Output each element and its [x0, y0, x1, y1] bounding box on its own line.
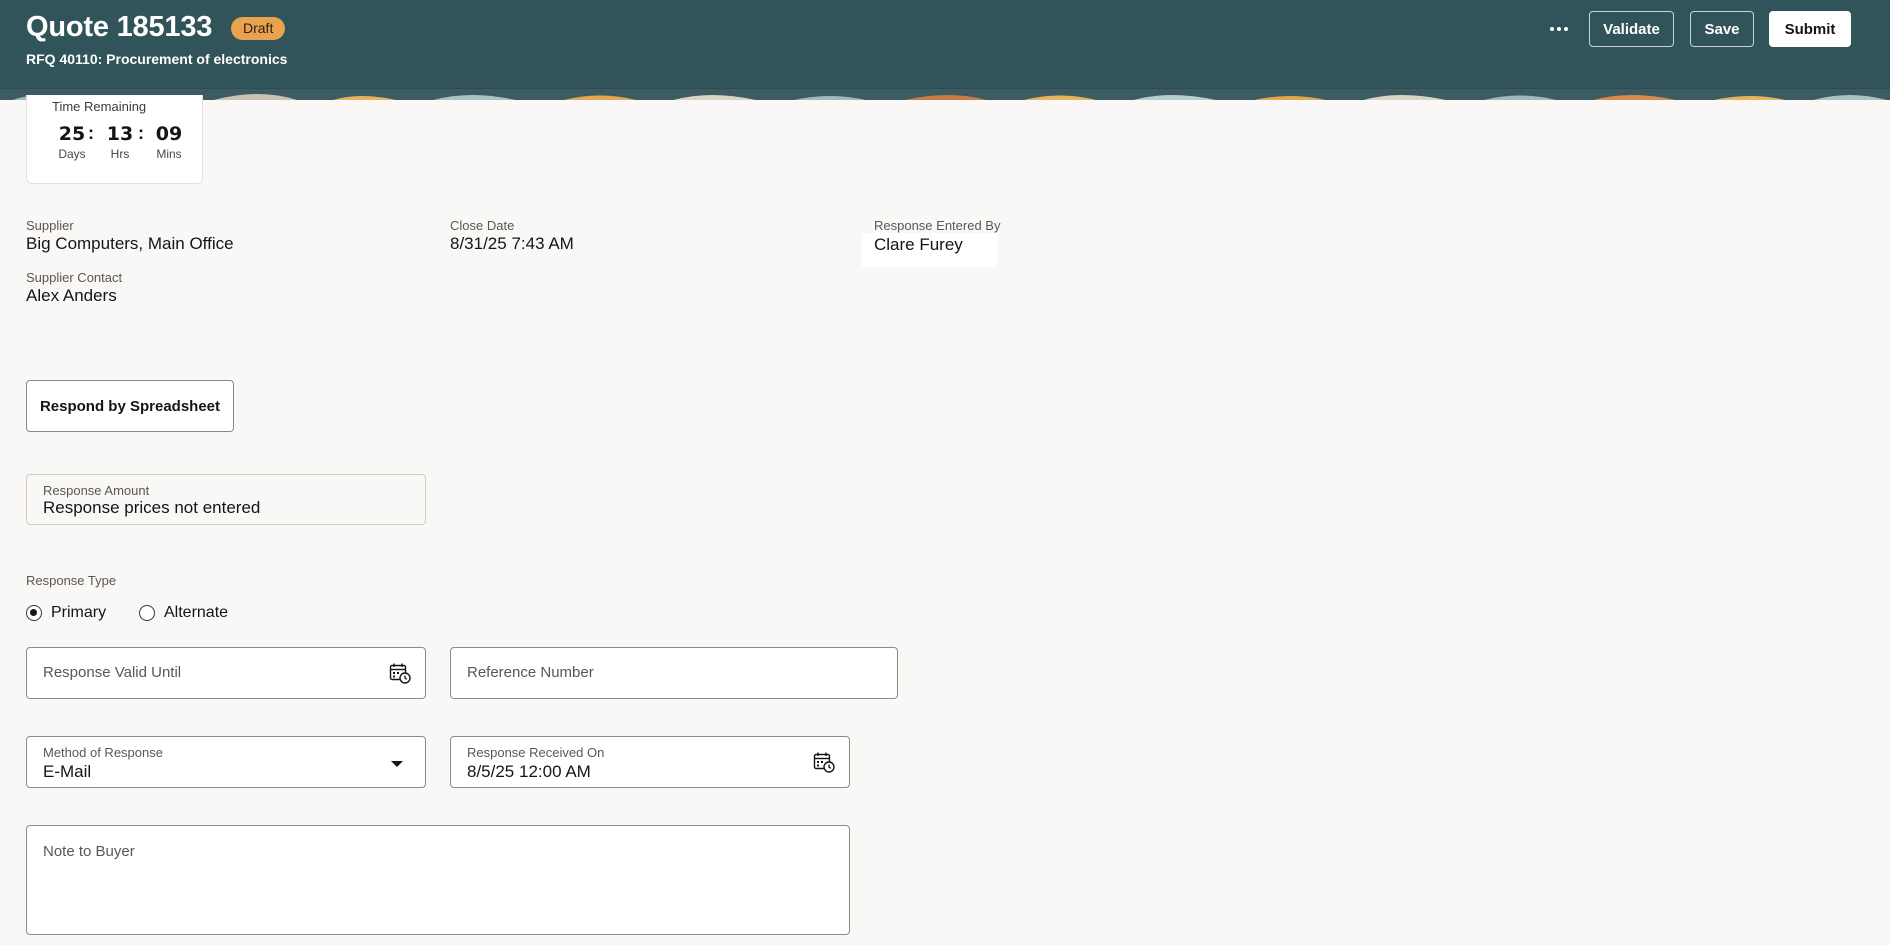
time-remaining-card: Time Remaining 25 : 13 : 09 Days Hrs Min…: [26, 95, 203, 184]
supplier-value: Big Computers, Main Office: [26, 234, 234, 253]
method-of-response-select[interactable]: Method of Response E-Mail: [26, 736, 426, 788]
radio-primary-label: Primary: [51, 604, 107, 621]
days-unit: Days: [58, 147, 86, 161]
supplier-contact-value: Alex Anders: [26, 286, 117, 305]
close-date-value: 8/31/25 7:43 AM: [450, 234, 574, 253]
save-button[interactable]: Save: [1690, 11, 1754, 47]
response-type-label: Response Type: [26, 573, 117, 588]
reference-number-placeholder: Reference Number: [467, 664, 594, 681]
radio-unselected-icon[interactable]: [139, 605, 155, 621]
method-of-response-label: Method of Response: [43, 745, 163, 760]
note-to-buyer-textarea[interactable]: Note to Buyer: [26, 825, 850, 935]
submit-button[interactable]: Submit: [1769, 11, 1851, 47]
response-amount-value: Response prices not entered: [43, 498, 261, 517]
entered-by-label: Response Entered By: [874, 218, 1001, 233]
hours-unit: Hrs: [110, 147, 130, 161]
response-amount-field: Response Amount Response prices not ente…: [26, 474, 426, 525]
radio-alternate[interactable]: Alternate: [139, 604, 228, 622]
method-of-response-value: E-Mail: [43, 762, 92, 781]
calendar-clock-icon[interactable]: [813, 751, 835, 773]
supplier-label: Supplier: [26, 218, 74, 233]
response-received-on-label: Response Received On: [467, 745, 605, 760]
page-header: Quote 185133 Draft RFQ 40110: Procuremen…: [0, 0, 1890, 88]
response-received-on-field[interactable]: Response Received On 8/5/25 12:00 AM: [450, 736, 850, 788]
response-valid-until-field[interactable]: Response Valid Until: [26, 647, 426, 699]
calendar-clock-icon[interactable]: [389, 662, 411, 684]
response-received-on-value: 8/5/25 12:00 AM: [467, 762, 591, 781]
close-date-label: Close Date: [450, 218, 515, 233]
ellipsis-dot: [1564, 27, 1568, 31]
minutes-unit: Mins: [156, 147, 182, 161]
more-actions-icon[interactable]: [1544, 16, 1574, 42]
page-title: Quote 185133: [26, 11, 213, 43]
radio-alternate-label: Alternate: [164, 604, 229, 621]
minutes-value: 09: [155, 123, 183, 145]
validate-button[interactable]: Validate: [1589, 11, 1674, 47]
header-decoration: [0, 88, 1890, 100]
radio-primary[interactable]: Primary: [26, 604, 106, 622]
caret-down-icon[interactable]: [391, 761, 403, 767]
entered-by-value: Clare Furey: [874, 235, 963, 254]
hours-value: 13: [106, 123, 134, 145]
supplier-contact-label: Supplier Contact: [26, 270, 123, 285]
days-value: 25: [58, 123, 86, 145]
ellipsis-dot: [1557, 27, 1561, 31]
radio-selected-icon[interactable]: [26, 605, 42, 621]
time-separator: :: [88, 123, 94, 143]
response-valid-until-placeholder: Response Valid Until: [43, 664, 182, 681]
time-remaining-label: Time Remaining: [52, 99, 147, 114]
reference-number-field[interactable]: Reference Number: [450, 647, 898, 699]
note-to-buyer-placeholder: Note to Buyer: [43, 843, 135, 860]
ellipsis-dot: [1550, 27, 1554, 31]
status-badge: Draft: [231, 17, 286, 40]
time-separator: :: [138, 123, 144, 143]
page-subtitle: RFQ 40110: Procurement of electronics: [26, 51, 288, 67]
decorative-pattern-icon: [0, 89, 1890, 100]
response-amount-label: Response Amount: [43, 483, 150, 498]
respond-by-spreadsheet-button[interactable]: Respond by Spreadsheet: [26, 380, 234, 432]
